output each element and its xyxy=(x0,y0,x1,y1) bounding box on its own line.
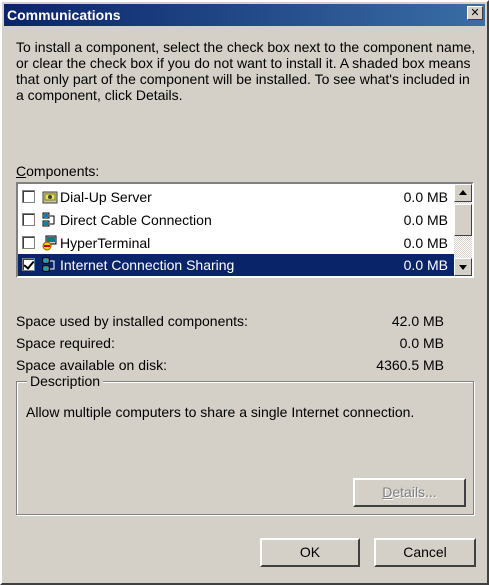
item-name: Internet Connection Sharing xyxy=(60,257,235,273)
dial-up-server-icon xyxy=(42,191,58,204)
space-required-label: Space required: xyxy=(16,335,115,351)
components-label-mnemonic: C xyxy=(16,163,27,179)
space-required-value: 0.0 MB xyxy=(399,335,444,351)
item-size: 0.0 MB xyxy=(403,257,448,273)
scroll-down-button[interactable] xyxy=(454,258,472,276)
components-listbox[interactable]: Dial-Up Server 0.0 MB Direct Cable Conne… xyxy=(16,182,474,278)
checkbox-hyperterminal[interactable] xyxy=(22,236,35,249)
item-name: HyperTerminal xyxy=(60,235,151,251)
details-mnemonic: D xyxy=(382,484,393,500)
space-used-row: Space used by installed components: 42.0… xyxy=(16,313,444,331)
item-name: Dial-Up Server xyxy=(60,189,152,205)
space-available-value: 4360.5 MB xyxy=(376,357,444,373)
ok-button[interactable]: OK xyxy=(260,538,360,567)
direct-cable-icon xyxy=(42,212,55,227)
list-item-internet-connection-sharing[interactable]: Internet Connection Sharing 0.0 MB xyxy=(18,254,454,276)
cancel-button[interactable]: Cancel xyxy=(374,538,476,567)
space-used-value: 42.0 MB xyxy=(391,313,444,329)
scroll-up-arrow-icon xyxy=(459,190,467,195)
description-text: Allow multiple computers to share a sing… xyxy=(26,404,415,420)
components-label-rest: omponents: xyxy=(26,163,100,179)
components-list: Dial-Up Server 0.0 MB Direct Cable Conne… xyxy=(18,184,454,276)
description-title: Description xyxy=(27,373,104,389)
close-icon: ✕ xyxy=(470,6,480,19)
title-bar[interactable]: Communications ✕ xyxy=(4,4,485,26)
scroll-up-button[interactable] xyxy=(454,184,472,202)
close-button[interactable]: ✕ xyxy=(467,6,483,20)
item-size: 0.0 MB xyxy=(403,212,448,228)
network-sharing-icon xyxy=(42,257,55,272)
space-available-label: Space available on disk: xyxy=(16,357,167,373)
checkbox-internet-connection-sharing[interactable] xyxy=(22,258,35,271)
item-size: 0.0 MB xyxy=(403,189,448,205)
scrollbar-thumb[interactable] xyxy=(454,204,472,236)
item-size: 0.0 MB xyxy=(403,235,448,251)
list-item-direct-cable-connection[interactable]: Direct Cable Connection 0.0 MB xyxy=(18,209,454,231)
hyperterminal-icon xyxy=(42,235,57,251)
space-used-label: Space used by installed components: xyxy=(16,313,248,329)
space-required-row: Space required: 0.0 MB xyxy=(16,335,444,353)
scroll-down-arrow-icon xyxy=(459,265,467,270)
instructions-text: To install a component, select the check… xyxy=(16,39,476,103)
window-title: Communications xyxy=(7,7,121,23)
checkbox-dial-up-server[interactable] xyxy=(22,190,35,203)
checkbox-direct-cable-connection[interactable] xyxy=(22,213,35,226)
details-label-rest: etails... xyxy=(392,484,437,500)
details-button[interactable]: Details... xyxy=(353,478,466,507)
components-label: Components: xyxy=(16,163,99,179)
list-item-hyperterminal[interactable]: HyperTerminal 0.0 MB xyxy=(18,232,454,254)
communications-dialog: Communications ✕ To install a component,… xyxy=(0,0,489,585)
components-scrollbar[interactable] xyxy=(454,184,472,276)
list-item-dial-up-server[interactable]: Dial-Up Server 0.0 MB xyxy=(18,186,454,208)
item-name: Direct Cable Connection xyxy=(60,212,212,228)
